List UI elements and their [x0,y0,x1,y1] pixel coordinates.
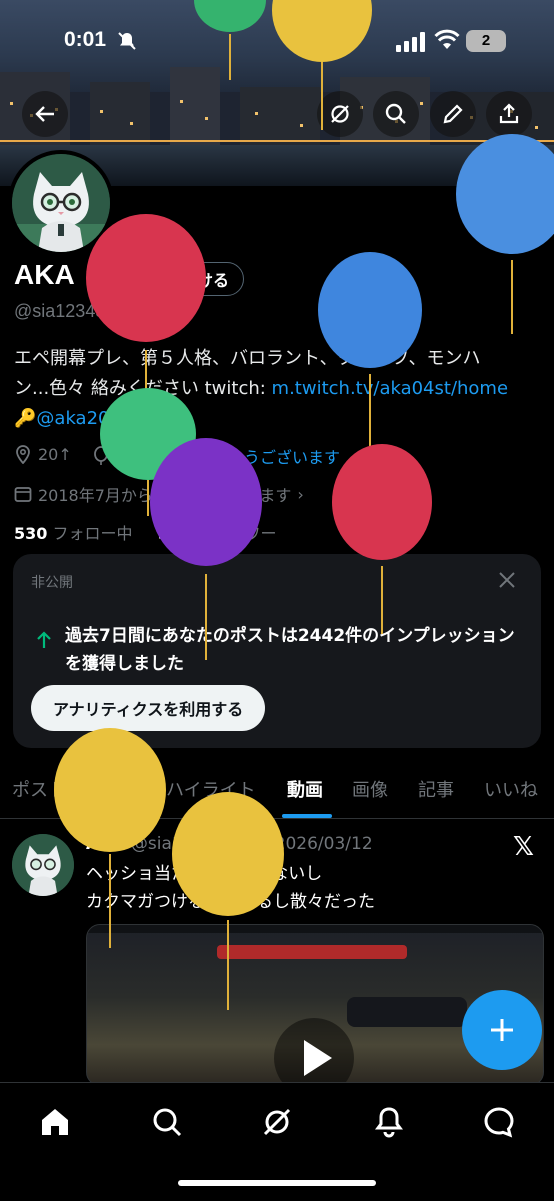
grok-icon[interactable] [260,1105,294,1139]
private-label: 非公開 [31,575,73,591]
tab-videos[interactable]: 動画 [287,776,323,802]
bell-off-icon [118,32,136,50]
tab-likes[interactable]: いいね [484,776,538,802]
balloon-yellow-top [272,0,372,130]
home-icon[interactable] [38,1105,72,1139]
arrow-up-icon [37,631,51,648]
balloon-green-top [194,0,266,80]
x-logo-icon: 𝕏 [513,832,534,862]
close-icon[interactable] [497,570,517,590]
cellular-signal-icon [396,32,425,52]
balloon-purple [150,438,262,660]
back-icon [35,106,54,122]
chevron-right-icon[interactable]: › [297,485,303,504]
compose-icon [491,1019,513,1041]
wifi-icon [434,29,460,49]
following-link[interactable]: 530 フォロー中 [14,524,133,543]
notifications-icon[interactable] [372,1105,406,1139]
location-pin-icon [16,445,30,464]
following-label: フォロー中 [52,524,133,543]
search-icon[interactable] [150,1105,184,1139]
key-icon: 🔑 [14,408,37,429]
share-button[interactable] [486,91,532,137]
balloon-red-right [332,444,432,634]
search-icon [385,103,406,124]
edit-button[interactable] [430,91,476,137]
balloon-blue-right [456,134,554,334]
calendar-icon [14,487,32,502]
profile-name: AKA [14,259,75,290]
tab-images[interactable]: 画像 [352,776,388,802]
following-count: 530 [14,524,48,543]
balloon-yellow-lower-left [54,728,166,948]
balloon-yellow-lower-mid [172,792,284,1010]
analytics-button[interactable]: アナリティクスを利用する [31,685,266,731]
impressions-message: 過去7日間にあなたのポストは2442件のインプレッションを獲得しました [65,626,515,674]
active-tab-indicator [282,814,332,818]
game-car-shape [347,997,467,1027]
messages-icon[interactable] [482,1105,516,1139]
tab-articles[interactable]: 記事 [418,776,454,802]
location-text: 20↑ [38,444,72,464]
compose-button[interactable] [462,990,542,1070]
edit-icon [443,104,463,124]
back-button[interactable] [22,91,68,137]
post-date: 2026/03/12 [274,834,373,854]
location-meta: 20↑ [14,444,72,464]
home-indicator [178,1180,376,1186]
share-icon [499,103,519,124]
private-analytics-card: 非公開 過去7日間にあなたのポストは2442件のインプレッションを獲得しました … [13,554,541,748]
battery-indicator: 2 [466,30,506,52]
balloon-blue-mid [318,252,422,452]
status-time: 0:01 [64,28,107,51]
